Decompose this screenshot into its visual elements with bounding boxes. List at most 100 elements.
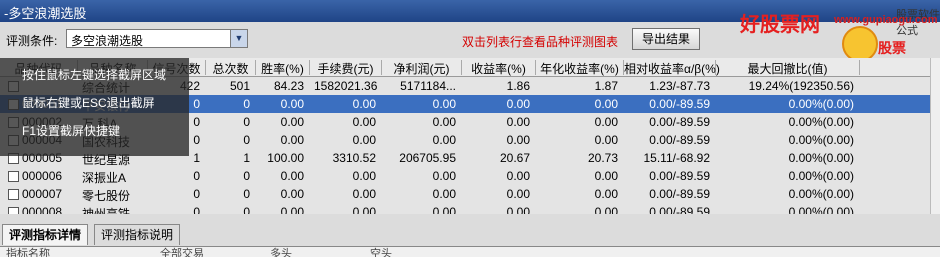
table-cell: 0.00%(0.00) [788, 97, 854, 111]
table-cell: 0 [193, 205, 200, 214]
tip-line: 鼠标右键或ESC退出截屏 [22, 96, 155, 110]
table-cell: 0.00 [506, 133, 530, 147]
table-cell: 1.23/-87.73 [649, 79, 710, 93]
table-cell: 0.00 [506, 97, 530, 111]
table-cell: 深振业A [82, 171, 127, 185]
column-header[interactable]: 胜率(%) [256, 60, 310, 76]
table-cell: 0.00 [594, 187, 618, 201]
screenshot-tip-overlay: 按住鼠标左键选择截屏区域 鼠标右键或ESC退出截屏 F1设置截屏快捷键 [0, 58, 189, 156]
table-cell: 0 [193, 187, 200, 201]
table-cell: 0.00 [280, 187, 304, 201]
table-cell: 0.00 [432, 115, 456, 129]
table-cell: 零七股份 [82, 189, 131, 203]
column-header[interactable]: 相对收益率α/β(%) [624, 60, 720, 76]
table-cell: 0.00 [594, 169, 618, 183]
column-header[interactable]: 净利润(元) [382, 60, 462, 76]
table-cell: 1.87 [594, 79, 618, 93]
condition-label: 评测条件: [6, 34, 58, 48]
table-cell: 84.23 [273, 79, 304, 93]
logo-tag: 股票 [878, 40, 906, 56]
table-cell: 0.00 [594, 205, 618, 214]
hint-text: 双击列表行查看品种评测图表 [462, 35, 619, 49]
table-cell: 0.00/-89.59 [649, 115, 710, 129]
detail-col-name: 指标名称 [6, 248, 50, 257]
table-cell: 0.00 [352, 115, 376, 129]
row-checkbox[interactable] [8, 207, 19, 214]
table-cell: 0.00/-89.59 [649, 97, 710, 111]
detail-tabs: 评测指标详情 评测指标说明 [0, 222, 940, 247]
table-cell: 0.00 [432, 133, 456, 147]
logo-text: 好股票网 [740, 14, 820, 36]
table-cell: 000007 [22, 187, 63, 201]
column-header[interactable]: 年化收益率(%) [536, 60, 624, 76]
table-cell: 0.00%(0.00) [788, 133, 854, 147]
table-cell: 0.00 [352, 205, 376, 214]
table-cell: 0.00 [432, 205, 456, 214]
table-cell: 0.00 [280, 169, 304, 183]
table-cell: 100.00 [267, 151, 304, 165]
table-cell: 0.00 [594, 97, 618, 111]
table-cell: 0 [243, 133, 250, 147]
table-cell: 1.86 [506, 79, 530, 93]
table-cell: 0.00 [352, 169, 376, 183]
table-cell: 神州高铁 [82, 207, 131, 214]
table-cell: 0.00 [352, 133, 376, 147]
table-cell: 15.11/-68.92 [643, 151, 711, 165]
table-cell: 0.00 [506, 187, 530, 201]
table-cell: 0 [243, 115, 250, 129]
table-cell: 0.00 [506, 169, 530, 183]
table-cell: 0.00 [280, 115, 304, 129]
table-cell: 0.00%(0.00) [788, 151, 854, 165]
row-checkbox[interactable] [8, 171, 19, 182]
table-cell: 0.00 [432, 97, 456, 111]
table-row[interactable]: 000008 神州高铁 0 0 0.00 0.00 0.00 0.00 0.00 0.00/-89… [0, 203, 930, 214]
table-cell: 0.00%(0.00) [788, 205, 854, 214]
table-cell: 0.00/-89.59 [649, 205, 710, 214]
table-row[interactable]: 000007 零七股份 0 0 0.00 0.00 0.00 0.00 0.00 0.00/-89… [0, 185, 930, 203]
column-header[interactable]: 最大回撤比(值) [716, 60, 860, 76]
site-logo: 好股票网 股票软件公式 www.gupiaogu.com 股票 [738, 2, 940, 64]
table-cell: 0.00 [594, 115, 618, 129]
table-cell: 19.24%(192350.56) [748, 79, 854, 93]
table-cell: 3310.52 [332, 151, 376, 165]
chevron-down-icon[interactable]: ▼ [230, 30, 247, 47]
tab-metric-help[interactable]: 评测指标说明 [94, 224, 181, 245]
table-cell: 0.00 [352, 187, 376, 201]
tip-line: F1设置截屏快捷键 [22, 124, 121, 138]
window-title: -多空浪潮选股 [4, 6, 87, 21]
condition-select[interactable]: 多空浪潮选股 ▼ [66, 29, 248, 48]
row-checkbox[interactable] [8, 189, 19, 200]
tab-metric-details[interactable]: 评测指标详情 [2, 224, 89, 245]
table-cell: 0.00%(0.00) [788, 115, 854, 129]
vertical-scrollbar[interactable] [930, 58, 940, 214]
table-cell: 0.00 [594, 133, 618, 147]
logo-url: www.gupiaogu.com [834, 14, 938, 26]
table-cell: 0.00%(0.00) [788, 169, 854, 183]
table-cell: 0 [243, 97, 250, 111]
tip-line: 按住鼠标左键选择截屏区域 [22, 68, 167, 82]
detail-header: 指标名称 全部交易 多头 空头 [0, 247, 940, 257]
table-cell: 0.00 [506, 115, 530, 129]
export-button[interactable]: 导出结果 [632, 28, 700, 50]
detail-col-long: 多头 [270, 248, 292, 257]
table-cell: 0.00 [432, 169, 456, 183]
column-header[interactable]: 总次数 [206, 60, 256, 76]
detail-col-all: 全部交易 [160, 248, 204, 257]
table-cell: 0.00 [506, 205, 530, 214]
table-cell: 20.67 [499, 151, 530, 165]
table-cell: 0.00 [280, 133, 304, 147]
table-cell: 0.00 [280, 97, 304, 111]
column-header[interactable]: 手续费(元) [310, 60, 382, 76]
table-cell: 501 [229, 79, 250, 93]
mascot-icon [842, 26, 878, 62]
table-cell: 0 [193, 169, 200, 183]
table-cell: 0.00 [352, 97, 376, 111]
table-cell: 0.00%(0.00) [788, 187, 854, 201]
table-cell: 0.00/-89.59 [649, 133, 710, 147]
table-cell: 0.00 [280, 205, 304, 214]
column-header[interactable]: 收益率(%) [462, 60, 536, 76]
table-row[interactable]: 000006 深振业A 0 0 0.00 0.00 0.00 0.00 0.00 0.00/-89… [0, 167, 930, 185]
table-cell: 1 [243, 151, 250, 165]
table-cell: 000008 [22, 205, 63, 214]
detail-col-short: 空头 [370, 248, 392, 257]
